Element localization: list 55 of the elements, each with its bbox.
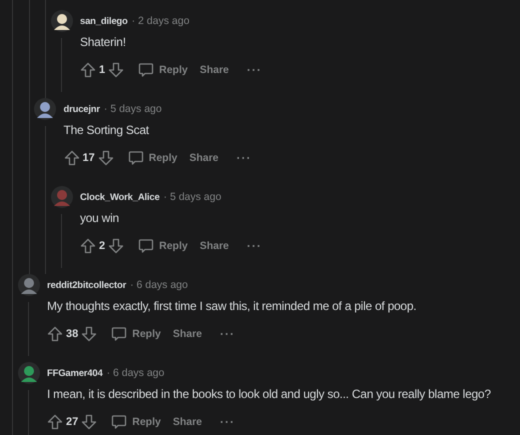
reply-button[interactable]: Reply [126, 146, 184, 170]
upvote-icon[interactable] [80, 238, 96, 254]
comment-text: The Sorting Scat [64, 122, 150, 139]
share-button[interactable]: Share [166, 322, 208, 346]
speech-bubble-icon [138, 238, 154, 254]
username[interactable]: reddit2bitcollector [47, 280, 126, 290]
comment-text: Shaterin! [80, 34, 127, 51]
username[interactable]: FFGamer404 [47, 368, 103, 378]
more-options-button[interactable]: ··· [240, 234, 268, 258]
share-button[interactable]: Share [194, 234, 235, 258]
upvote-icon[interactable] [47, 414, 63, 430]
speech-bubble-icon [128, 150, 144, 166]
avatar [18, 362, 40, 384]
avatar [34, 98, 56, 120]
reply-button[interactable]: Reply [136, 58, 194, 82]
timestamp: · 6 days ago [130, 279, 188, 291]
more-options-button[interactable]: ··· [230, 146, 258, 170]
timestamp: · 5 days ago [104, 103, 162, 115]
share-button[interactable]: Share [166, 410, 208, 434]
username[interactable]: san_dilego [80, 16, 128, 26]
timestamp: · 6 days ago [106, 367, 164, 379]
upvote-icon[interactable] [47, 326, 63, 342]
reply-button[interactable]: Reply [109, 410, 167, 434]
reply-button[interactable]: Reply [136, 234, 194, 258]
username[interactable]: Clock_Work_Alice [80, 192, 160, 202]
downvote-icon[interactable] [98, 150, 114, 166]
comment-text: My thoughts exactly, first time I saw this, it reminded me of a pile of poop. [47, 298, 416, 315]
downvote-icon[interactable] [108, 62, 124, 78]
downvote-icon[interactable] [108, 238, 124, 254]
vote-count: 27 [66, 416, 78, 428]
avatar [18, 274, 40, 296]
timestamp: · 2 days ago [132, 15, 190, 27]
vote-count: 1 [99, 64, 106, 76]
vote-count: 2 [99, 240, 106, 252]
reply-button[interactable]: Reply [109, 322, 167, 346]
username[interactable]: drucejnr [64, 104, 100, 114]
upvote-icon[interactable] [80, 62, 96, 78]
more-options-button[interactable]: ··· [214, 322, 242, 346]
timestamp: · 5 days ago [164, 191, 222, 203]
speech-bubble-icon [138, 62, 154, 78]
comment-text: you win [80, 210, 120, 227]
avatar [50, 186, 73, 208]
speech-bubble-icon [111, 326, 128, 342]
vote-count: 38 [66, 328, 78, 340]
downvote-icon[interactable] [81, 326, 98, 342]
more-options-button[interactable]: ··· [214, 410, 242, 434]
avatar [50, 10, 73, 32]
vote-count: 17 [82, 152, 95, 164]
share-button[interactable]: Share [183, 146, 225, 170]
speech-bubble-icon [111, 414, 128, 430]
share-button[interactable]: Share [194, 58, 235, 82]
more-options-button[interactable]: ··· [240, 58, 268, 82]
downvote-icon[interactable] [81, 414, 98, 430]
upvote-icon[interactable] [64, 150, 80, 166]
comment-text: I mean, it is described in the books to look old and ugly so... Can you really blame lego? [47, 386, 491, 403]
